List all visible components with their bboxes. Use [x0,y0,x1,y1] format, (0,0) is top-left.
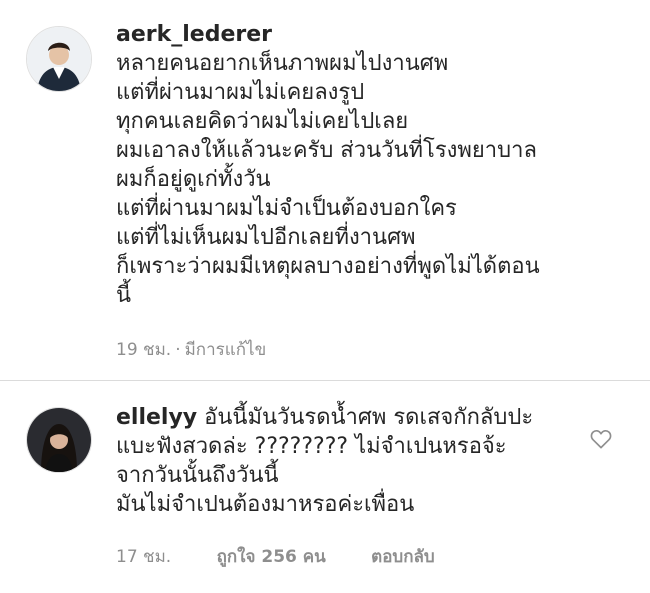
comment-meta: 17 ชม. ถูกใจ 256 คน ตอบกลับ [116,543,435,570]
username[interactable]: ellelyy [116,405,197,430]
comment-line: ก็เพราะว่าผมมีเหตุผลบางอย่างที่พูดไม่ได้… [116,254,540,279]
comment-text: ellelyy อันนี้มันวันรดน้ำศพ รดเสจกักลับป… [116,403,586,519]
comment-text: aerk_lederer หลายคนอยากเห็นภาพผมไปงานศพ … [116,22,616,310]
comment-line: แต่ที่ผ่านมาผมไม่เคยลงรูป [116,80,365,105]
divider [0,380,650,381]
heart-outline-icon[interactable] [590,429,612,449]
avatar-image [27,408,91,472]
comment-time: 19 ชม. [116,340,172,360]
comment-meta: 19 ชม. · มีการแก้ไข [116,336,266,363]
meta-separator: · [175,340,181,360]
username[interactable]: aerk_lederer [116,22,616,47]
comment-line: แต่ที่ผ่านมาผมไม่จำเป็นต้องบอกใคร [116,196,457,221]
edited-label: มีการแก้ไข [184,340,267,360]
comment-line: แต่ที่ไม่เห็นผมไปอีกเลยที่งานศพ [116,225,416,250]
avatar-image [27,27,91,91]
comment-line: จากวันนั้นถึงวันนี้ [116,463,279,488]
comment-item: ellelyy อันนี้มันวันรดน้ำศพ รดเสจกักลับป… [0,383,650,593]
comment-line: ellelyy อันนี้มันวันรดน้ำศพ รดเสจกักลับป… [116,403,586,432]
comment-line: นี้ [116,283,132,308]
comment-item: aerk_lederer หลายคนอยากเห็นภาพผมไปงานศพ … [0,0,650,378]
comment-time: 17 ชม. [116,547,172,567]
comment-line: ผมก็อยู่ดูเก่ทั้งวัน [116,167,271,192]
reply-button[interactable]: ตอบกลับ [371,547,435,567]
likes-count-link[interactable]: ถูกใจ 256 คน [217,547,326,567]
comment-line-text: อันนี้มันวันรดน้ำศพ รดเสจกักลับปะ [204,405,534,430]
comment-line: หลายคนอยากเห็นภาพผมไปงานศพ [116,51,449,76]
comment-line: มันไม่จำเปนต้องมาหรอค่ะเพื่อน [116,492,415,517]
comment-line: ทุกคนเลยคิดว่าผมไม่เคยไปเลย [116,109,409,134]
avatar[interactable] [26,407,92,473]
comment-line: แบะฟังสวดล่ะ ???????? ไม่จำเปนหรอจ้ะ [116,434,507,459]
avatar[interactable] [26,26,92,92]
comment-line: ผมเอาลงให้แล้วนะครับ ส่วนวันที่โรงพยาบาล [116,138,537,163]
